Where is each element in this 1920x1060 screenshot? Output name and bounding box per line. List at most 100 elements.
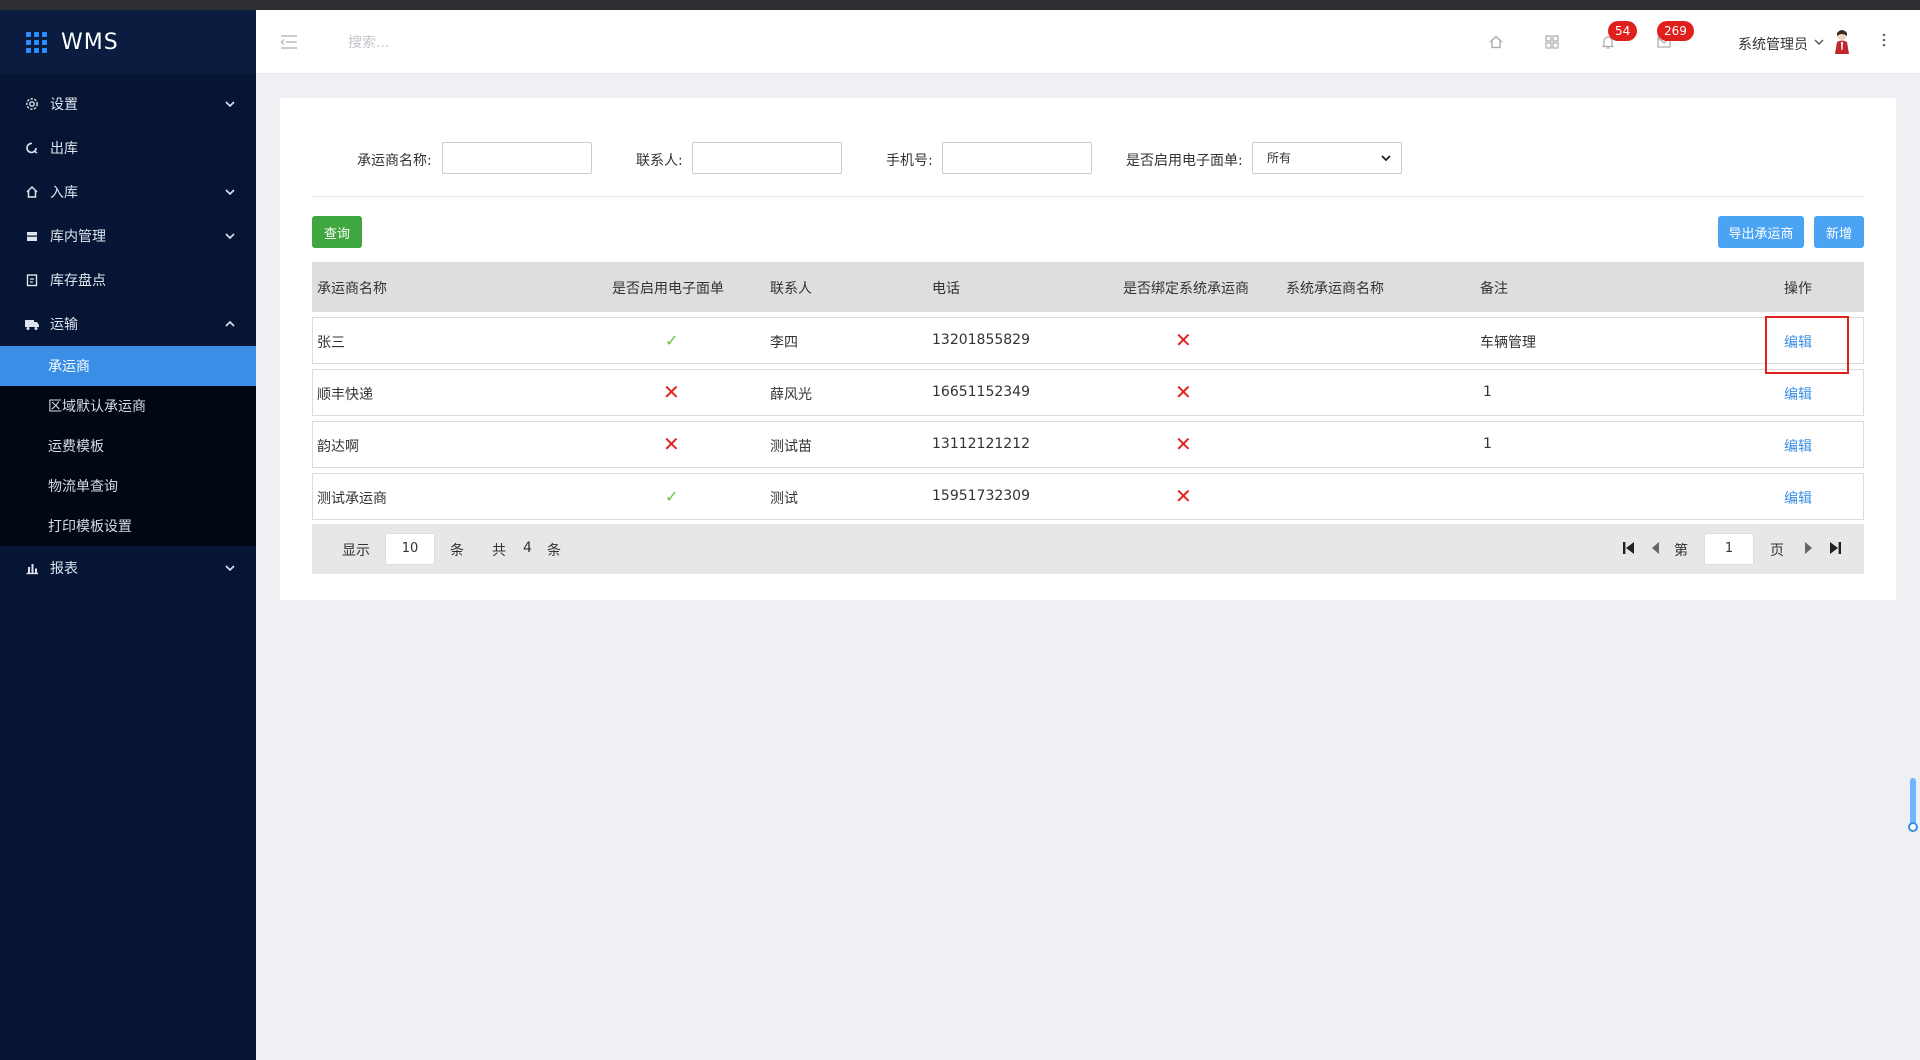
contact-cell: 薛风光: [770, 387, 812, 403]
first-page-icon[interactable]: [1622, 541, 1636, 559]
phone-cell: 16651152349: [932, 384, 1030, 400]
chevron-down-icon[interactable]: [1814, 38, 1824, 46]
menu-collapse-icon[interactable]: [280, 34, 298, 54]
page-prefix: 第: [1674, 543, 1688, 559]
home-icon: [24, 184, 40, 200]
filter-bar: 承运商名称: 联系人: 手机号: 是否启用电子面单: 所有: [280, 142, 1896, 178]
carrier-name-cell: 测试承运商: [317, 491, 387, 507]
cross-icon: ✕: [1175, 432, 1192, 456]
page-suffix: 页: [1770, 543, 1784, 559]
total-unit: 条: [547, 543, 561, 559]
sidebar-subitem-carrier[interactable]: 承运商: [0, 346, 256, 386]
carrier-table: 承运商名称 是否启用电子面单 联系人 电话 是否绑定系统承运商 系统承运商名称 …: [312, 262, 1864, 574]
total-label: 共: [492, 543, 506, 559]
last-page-icon[interactable]: [1828, 541, 1842, 559]
table-row: 韵达啊 ✕ 测试苗 13112121212 ✕ 1 编辑: [312, 421, 1864, 468]
column-header: 操作: [1784, 281, 1812, 297]
sidebar-subitem-waybill-query[interactable]: 物流单查询: [0, 466, 256, 506]
top-header: 搜索... 54 269 系统管理员: [256, 10, 1920, 74]
sidebar-item-warehouse-management[interactable]: 库内管理: [0, 214, 256, 258]
truck-icon: [24, 316, 40, 332]
contact-cell: 李四: [770, 335, 798, 351]
sidebar-item-settings[interactable]: 设置: [0, 82, 256, 126]
user-name[interactable]: 系统管理员: [1738, 34, 1808, 54]
cross-icon: ✕: [1175, 484, 1192, 508]
window-top-strip: [0, 0, 1920, 10]
page-number-input[interactable]: 1: [1704, 533, 1754, 565]
carrier-name-cell: 顺丰快递: [317, 387, 373, 403]
phone-cell: 13112121212: [932, 436, 1030, 452]
column-header: 承运商名称: [317, 281, 387, 297]
carrier-name-label: 承运商名称:: [357, 153, 432, 169]
contact-label: 联系人:: [636, 153, 683, 169]
sidebar-item-outbound[interactable]: 出库: [0, 126, 256, 170]
table-row: 测试承运商 ✓ 测试 15951732309 ✕ 编辑: [312, 473, 1864, 520]
edit-link[interactable]: 编辑: [1784, 436, 1812, 456]
home-icon[interactable]: [1486, 32, 1506, 52]
table-row: 顺丰快递 ✕ 薛风光 16651152349 ✕ 1 编辑: [312, 369, 1864, 416]
column-header: 联系人: [770, 281, 812, 297]
filter-divider: [312, 196, 1864, 197]
sidebar-item-label: 库存盘点: [50, 273, 106, 289]
export-carriers-button[interactable]: 导出承运商: [1718, 216, 1804, 248]
sidebar-item-label: 入库: [50, 185, 78, 201]
table-row: 张三 ✓ 李四 13201855829 ✕ 车辆管理 编辑: [312, 317, 1864, 364]
add-carrier-button[interactable]: 新增: [1814, 216, 1864, 248]
sidebar-subitem-label: 区域默认承运商: [48, 399, 146, 415]
sidebar-subitem-label: 运费模板: [48, 439, 104, 455]
column-header: 备注: [1480, 281, 1508, 297]
e-waybill-select[interactable]: 所有: [1252, 142, 1402, 174]
chevron-down-icon: [225, 565, 235, 572]
sidebar-subitem-print-template[interactable]: 打印模板设置: [0, 506, 256, 546]
cross-icon: ✕: [1175, 380, 1192, 404]
carrier-name-cell: 张三: [317, 335, 345, 351]
page-size-input[interactable]: 10: [385, 533, 435, 565]
column-header: 系统承运商名称: [1286, 281, 1384, 297]
sidebar-item-reports[interactable]: 报表: [0, 546, 256, 590]
chevron-down-icon: [1381, 155, 1391, 162]
sidebar-subitem-label: 打印模板设置: [48, 519, 132, 535]
sidebar-subitem-default-regional-carrier[interactable]: 区域默认承运商: [0, 386, 256, 426]
contact-input[interactable]: [692, 142, 842, 174]
cross-icon: ✕: [663, 432, 680, 456]
contact-cell: 测试苗: [770, 439, 812, 455]
remark-cell: 车辆管理: [1480, 335, 1536, 351]
carrier-name-cell: 韵达啊: [317, 439, 359, 455]
page-size-label: 显示: [342, 543, 370, 559]
box-icon: [24, 228, 40, 244]
next-page-icon[interactable]: [1804, 541, 1814, 559]
app-logo[interactable]: WMS: [0, 10, 256, 74]
message-badge: 269: [1657, 21, 1694, 41]
sidebar-item-label: 设置: [50, 97, 78, 113]
pagination-bar: 显示 10 条 共 4 条 第 1 页: [312, 524, 1864, 574]
phone-cell: 13201855829: [932, 332, 1030, 348]
search-input[interactable]: 搜索...: [348, 32, 389, 52]
carrier-name-input[interactable]: [442, 142, 592, 174]
edit-link[interactable]: 编辑: [1784, 488, 1812, 508]
chevron-down-icon: [225, 101, 235, 108]
query-button[interactable]: 查询: [312, 216, 362, 248]
more-vertical-icon[interactable]: [1882, 32, 1886, 52]
edit-link[interactable]: 编辑: [1784, 384, 1812, 404]
apps-grid-icon[interactable]: [1542, 32, 1562, 52]
page-size-unit: 条: [450, 543, 464, 559]
phone-input[interactable]: [942, 142, 1092, 174]
prev-page-icon[interactable]: [1650, 541, 1660, 559]
sidebar-item-inbound[interactable]: 入库: [0, 170, 256, 214]
chevron-up-icon: [225, 320, 235, 327]
grid-logo-icon: [26, 31, 47, 53]
column-header: 电话: [932, 281, 960, 297]
check-icon: ✓: [665, 331, 679, 350]
sidebar-menu: 设置 出库 入库 库内管理 库存盘点 运输: [0, 74, 256, 346]
sidebar-subitem-freight-template[interactable]: 运费模板: [0, 426, 256, 466]
scrollbar-handle[interactable]: [1908, 822, 1918, 832]
remark-cell: 1: [1483, 384, 1492, 400]
sidebar-item-label: 报表: [50, 561, 78, 577]
sidebar-item-transport[interactable]: 运输: [0, 302, 256, 346]
gear-icon: [24, 96, 40, 112]
total-count: 4: [523, 540, 532, 556]
sidebar-item-label: 运输: [50, 317, 78, 333]
sidebar-item-stocktake[interactable]: 库存盘点: [0, 258, 256, 302]
avatar[interactable]: [1831, 28, 1853, 56]
chevron-down-icon: [225, 189, 235, 196]
